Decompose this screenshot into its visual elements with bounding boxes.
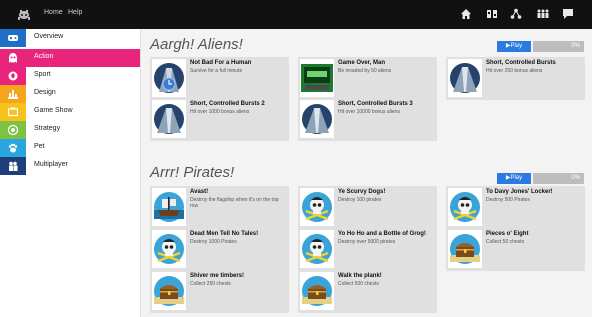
skull-badge-icon	[450, 192, 480, 222]
achievement-card[interactable]: Short, Controlled Bursts 3 Hit over 1000…	[298, 98, 437, 141]
tunnel-badge-icon	[154, 104, 184, 134]
achievement-title: Pieces o' Eight	[486, 231, 529, 237]
category-sidebar: Overview Action Sport Design Game Show S…	[0, 29, 141, 317]
aliens-play-button[interactable]: ▶Play	[497, 41, 531, 52]
achievement-desc: Hit over 10000 bonus aliens	[338, 109, 400, 115]
help-link[interactable]: Help	[68, 9, 82, 16]
chart-icon	[8, 90, 18, 99]
achievement-desc: Hit over 250 bonus aliens	[486, 68, 543, 74]
achievement-desc: Destroy the flagship when it's on the to…	[190, 197, 279, 209]
sidebar-item-label: Overview	[34, 33, 64, 40]
sidebar-item-game-show[interactable]: Game Show	[0, 103, 140, 121]
sidebar-item-label: Multiplayer	[34, 161, 68, 168]
controller-icon[interactable]	[486, 8, 498, 20]
progress-percent: 0%	[571, 175, 580, 181]
achievement-desc: Collect 500 chests	[338, 281, 379, 287]
clock-badge-icon	[154, 63, 184, 93]
top-bar: Home Help	[0, 0, 592, 29]
achievement-title: Game Over, Man	[338, 60, 386, 66]
achievement-card[interactable]: Yo Ho Ho and a Bottle of Grog! Destroy o…	[298, 228, 437, 271]
achievement-card[interactable]: Game Over, Man Be invaded by 50 aliens	[298, 57, 437, 100]
tunnel-badge-icon	[450, 63, 480, 93]
achievement-desc: Collect 250 chests	[190, 281, 231, 287]
achievement-card[interactable]: Not Bad For a Human Survive for a full m…	[150, 57, 289, 100]
achievement-card[interactable]: Short, Controlled Bursts Hit over 250 bo…	[446, 57, 585, 100]
achievement-card[interactable]: Dead Men Tell No Tales! Destroy 1000 Pir…	[150, 228, 289, 271]
achievement-desc: Collect 50 chests	[486, 239, 525, 245]
achievement-title: Short, Controlled Bursts 3	[338, 101, 413, 107]
paw-icon	[8, 143, 18, 153]
alien-icon	[9, 53, 17, 63]
achievement-title: Ye Scurvy Dogs!	[338, 189, 386, 195]
people-icon	[9, 161, 18, 171]
achievement-title: Shiver me timbers!	[190, 273, 245, 279]
sidebar-item-label: Action	[34, 53, 54, 60]
achievement-card[interactable]: Pieces o' Eight Collect 50 chests	[446, 228, 585, 271]
achievement-desc: Be invaded by 50 aliens	[338, 68, 392, 74]
achievement-card[interactable]: Walk the plank! Collect 500 chests	[298, 270, 437, 313]
treasure-chest-badge-icon	[154, 276, 184, 306]
achievement-card[interactable]: To Davy Jones' Locker! Destroy 500 Pirat…	[446, 186, 585, 229]
achievement-desc: Hit over 1000 bonus aliens	[190, 109, 250, 115]
achievement-title: Walk the plank!	[338, 273, 382, 279]
sidebar-item-action[interactable]: Action	[0, 49, 140, 67]
people-icon[interactable]	[536, 8, 550, 20]
tunnel-badge-icon	[302, 104, 332, 134]
pirates-progress-bar: 0%	[533, 173, 584, 184]
achievement-desc: Destroy 500 Pirates	[486, 197, 530, 203]
treasure-chest-badge-icon	[450, 234, 480, 264]
sidebar-item-pet[interactable]: Pet	[0, 139, 140, 157]
achievement-title: Dead Men Tell No Tales!	[190, 231, 259, 237]
achievement-title: Short, Controlled Bursts	[486, 60, 556, 66]
skull-badge-icon	[154, 234, 184, 264]
achievement-title: To Davy Jones' Locker!	[486, 189, 553, 195]
section-title-aliens: Aargh! Aliens!	[150, 36, 243, 53]
achievement-desc: Survive for a full minute	[190, 68, 243, 74]
aliens-play-bar: ▶Play 0%	[497, 41, 584, 52]
achievement-title: Yo Ho Ho and a Bottle of Grog!	[338, 231, 426, 237]
game-over-badge-icon	[301, 64, 333, 92]
play-label: Play	[510, 43, 523, 49]
sidebar-item-label: Pet	[34, 143, 45, 150]
tv-icon	[8, 107, 18, 117]
play-label: Play	[510, 175, 523, 181]
sidebar-item-sport[interactable]: Sport	[0, 67, 140, 85]
sidebar-item-design[interactable]: Design	[0, 85, 140, 103]
controller-icon	[8, 35, 18, 41]
share-icon[interactable]	[510, 8, 522, 20]
achievement-card[interactable]: Shiver me timbers! Collect 250 chests	[150, 270, 289, 313]
pirates-play-button[interactable]: ▶Play	[497, 173, 531, 184]
section-title-pirates: Arrr! Pirates!	[150, 164, 235, 181]
achievement-card[interactable]: Short, Controlled Bursts 2 Hit over 1000…	[150, 98, 289, 141]
aliens-progress-bar: 0%	[533, 41, 584, 52]
sidebar-item-label: Strategy	[34, 125, 61, 132]
progress-percent: 0%	[571, 43, 580, 49]
skull-badge-icon	[302, 234, 332, 264]
sidebar-item-label: Game Show	[34, 107, 73, 114]
home-link[interactable]: Home	[44, 9, 63, 16]
sidebar-item-multiplayer[interactable]: Multiplayer	[0, 157, 140, 175]
sidebar-item-label: Sport	[34, 71, 51, 78]
achievement-title: Not Bad For a Human	[190, 60, 252, 66]
achievement-title: Avast!	[190, 189, 209, 195]
achievement-desc: Destroy 100 pirates	[338, 197, 382, 203]
pirate-ship-badge-icon	[154, 192, 184, 222]
achievement-card[interactable]: Avast! Destroy the flagship when it's on…	[150, 186, 289, 229]
sidebar-item-strategy[interactable]: Strategy	[0, 121, 140, 139]
achievement-card[interactable]: Ye Scurvy Dogs! Destroy 100 pirates	[298, 186, 437, 229]
target-icon	[8, 125, 18, 135]
ball-icon	[8, 71, 18, 81]
alien-logo-icon[interactable]	[17, 7, 31, 21]
achievement-title: Short, Controlled Bursts 2	[190, 101, 265, 107]
achievement-desc: Destroy over 5000 pirates	[338, 239, 396, 245]
house-icon[interactable]	[460, 8, 472, 20]
sidebar-item-label: Design	[34, 89, 56, 96]
achievement-desc: Destroy 1000 Pirates	[190, 239, 237, 245]
chat-icon[interactable]	[562, 8, 574, 20]
treasure-chest-badge-icon	[302, 276, 332, 306]
sidebar-item-overview[interactable]: Overview	[0, 29, 140, 47]
skull-badge-icon	[302, 192, 332, 222]
pirates-play-bar: ▶Play 0%	[497, 173, 584, 184]
